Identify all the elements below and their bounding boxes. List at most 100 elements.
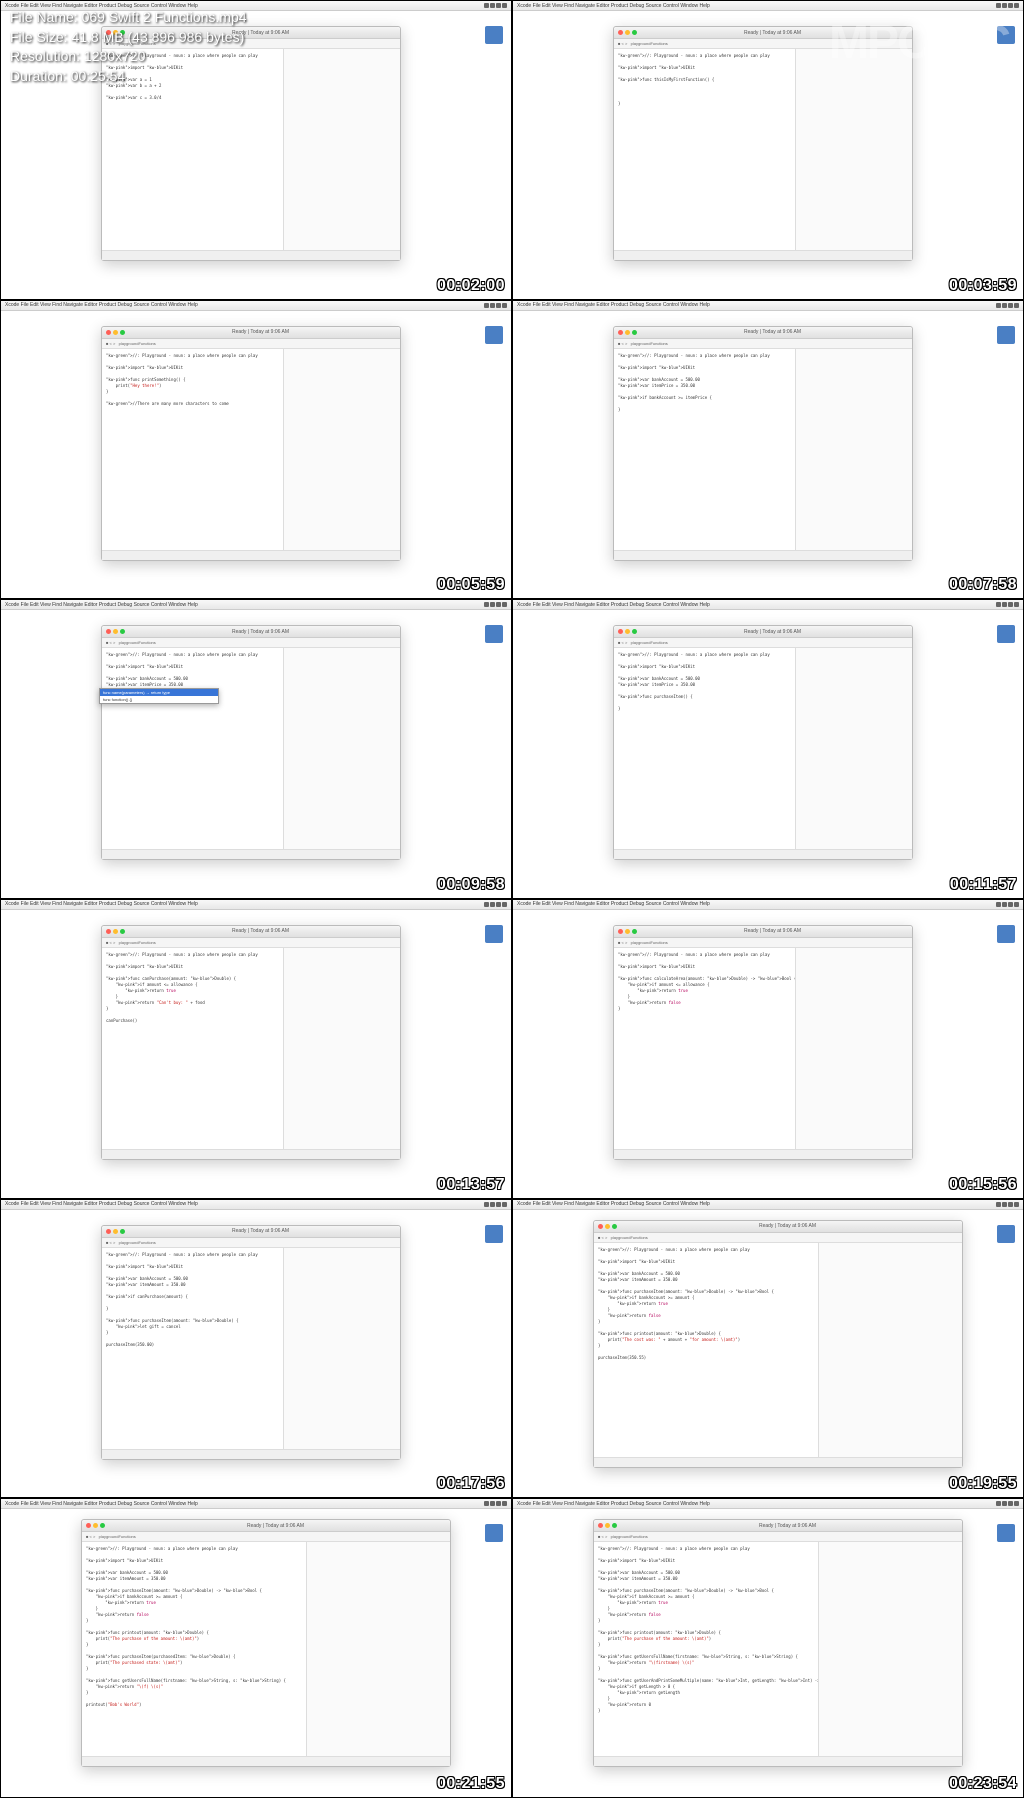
close-icon[interactable] — [618, 629, 623, 634]
window-titlebar[interactable]: Ready | Today at 9:06 AM — [102, 926, 400, 938]
xcode-toolbar[interactable]: ■ < > playgroundFunctions — [102, 1238, 400, 1248]
close-icon[interactable] — [618, 30, 623, 35]
minimize-icon[interactable] — [93, 1523, 98, 1528]
menubar-items[interactable]: Xcode File Edit View Find Navigate Edito… — [5, 602, 198, 608]
menubar-items[interactable]: Xcode File Edit View Find Navigate Edito… — [5, 1501, 198, 1507]
xcode-window: Ready | Today at 9:06 AM ■ < > playgroun… — [613, 925, 913, 1160]
results-sidebar — [284, 648, 400, 849]
minimize-icon[interactable] — [113, 1229, 118, 1234]
code-editor[interactable]: "kw-green">//: Playground - noun: a plac… — [102, 1248, 284, 1449]
menubar-items[interactable]: Xcode File Edit View Find Navigate Edito… — [517, 901, 710, 907]
traffic-lights[interactable] — [598, 1224, 617, 1229]
window-titlebar[interactable]: Ready | Today at 9:06 AM — [614, 327, 912, 339]
results-sidebar — [284, 349, 400, 550]
menubar-items[interactable]: Xcode File Edit View Find Navigate Edito… — [5, 1201, 198, 1207]
xcode-footer — [102, 1149, 400, 1159]
code-editor[interactable]: "kw-green">//: Playground - noun: a plac… — [594, 1542, 819, 1756]
code-editor[interactable]: "kw-green">//: Playground - noun: a plac… — [102, 349, 284, 550]
results-sidebar — [284, 49, 400, 250]
traffic-lights[interactable] — [618, 30, 637, 35]
autocomplete-item[interactable]: func function() {} — [100, 696, 218, 703]
timestamp-overlay: 00:19:55 — [949, 1475, 1017, 1493]
traffic-lights[interactable] — [618, 929, 637, 934]
thumbnail-frame[interactable]: Xcode File Edit View Find Navigate Edito… — [513, 301, 1023, 599]
traffic-lights[interactable] — [618, 330, 637, 335]
code-editor[interactable]: "kw-green">//: Playground - noun: a plac… — [594, 1243, 819, 1457]
window-titlebar[interactable]: Ready | Today at 9:06 AM — [102, 626, 400, 638]
code-editor[interactable]: "kw-green">//: Playground - noun: a plac… — [102, 948, 284, 1149]
minimize-icon[interactable] — [113, 929, 118, 934]
traffic-lights[interactable] — [598, 1523, 617, 1528]
code-editor[interactable]: "kw-green">//: Playground - noun: a plac… — [614, 648, 796, 849]
xcode-toolbar[interactable]: ■ < > playgroundFunctions — [594, 1532, 962, 1542]
menubar-items[interactable]: Xcode File Edit View Find Navigate Edito… — [517, 1501, 710, 1507]
xcode-toolbar[interactable]: ■ < > playgroundFunctions — [82, 1532, 450, 1542]
autocomplete-item[interactable]: func name(parameters) → return type — [100, 689, 218, 696]
window-titlebar[interactable]: Ready | Today at 9:06 AM — [614, 626, 912, 638]
close-icon[interactable] — [618, 330, 623, 335]
traffic-lights[interactable] — [86, 1523, 105, 1528]
code-editor[interactable]: "kw-green">//: Playground - noun: a plac… — [82, 1542, 307, 1756]
close-icon[interactable] — [598, 1224, 603, 1229]
xcode-toolbar[interactable]: ■ < > playgroundFunctions — [614, 339, 912, 349]
traffic-lights[interactable] — [618, 629, 637, 634]
xcode-toolbar[interactable]: ■ < > playgroundFunctions — [614, 638, 912, 648]
thumbnail-frame[interactable]: Xcode File Edit View Find Navigate Edito… — [513, 1499, 1023, 1797]
xcode-window: Ready | Today at 9:06 AM ■ < > playgroun… — [101, 326, 401, 561]
thumbnail-frame[interactable]: Xcode File Edit View Find Navigate Edito… — [513, 1200, 1023, 1498]
menubar-items[interactable]: Xcode File Edit View Find Navigate Edito… — [5, 901, 198, 907]
close-icon[interactable] — [106, 629, 111, 634]
menubar-items[interactable]: Xcode File Edit View Find Navigate Edito… — [517, 302, 710, 308]
minimize-icon[interactable] — [113, 330, 118, 335]
close-icon[interactable] — [618, 929, 623, 934]
timestamp-overlay: 00:17:56 — [437, 1475, 505, 1493]
code-editor[interactable]: "kw-green">//: Playground - noun: a plac… — [614, 349, 796, 550]
minimize-icon[interactable] — [625, 330, 630, 335]
menubar-items[interactable]: Xcode File Edit View Find Navigate Edito… — [517, 3, 710, 9]
close-icon[interactable] — [86, 1523, 91, 1528]
close-icon[interactable] — [598, 1523, 603, 1528]
traffic-lights[interactable] — [106, 929, 125, 934]
code-editor[interactable]: "kw-green">//: Playground - noun: a plac… — [102, 648, 284, 849]
minimize-icon[interactable] — [605, 1224, 610, 1229]
menubar-items[interactable]: Xcode File Edit View Find Navigate Edito… — [5, 302, 198, 308]
code-editor[interactable]: "kw-green">//: Playground - noun: a plac… — [614, 49, 796, 250]
thumbnail-frame[interactable]: Xcode File Edit View Find Navigate Edito… — [1, 900, 511, 1198]
window-titlebar[interactable]: Ready | Today at 9:06 AM — [594, 1221, 962, 1233]
xcode-footer — [102, 849, 400, 859]
thumbnail-frame[interactable]: Xcode File Edit View Find Navigate Edito… — [1, 600, 511, 898]
window-titlebar[interactable]: Ready | Today at 9:06 AM — [102, 327, 400, 339]
xcode-toolbar[interactable]: ■ < > playgroundFunctions — [594, 1233, 962, 1243]
xcode-toolbar[interactable]: ■ < > playgroundFunctions — [614, 938, 912, 948]
xcode-toolbar[interactable]: ■ < > playgroundFunctions — [102, 339, 400, 349]
code-editor[interactable]: "kw-green">//: Playground - noun: a plac… — [614, 948, 796, 1149]
thumbnail-frame[interactable]: Xcode File Edit View Find Navigate Edito… — [1, 1200, 511, 1498]
minimize-icon[interactable] — [625, 629, 630, 634]
thumbnail-frame[interactable]: Xcode File Edit View Find Navigate Edito… — [1, 301, 511, 599]
window-title: Ready | Today at 9:06 AM — [617, 1223, 958, 1229]
window-titlebar[interactable]: Ready | Today at 9:06 AM — [614, 926, 912, 938]
xcode-toolbar[interactable]: ■ < > playgroundFunctions — [102, 938, 400, 948]
thumbnail-frame[interactable]: Xcode File Edit View Find Navigate Edito… — [513, 900, 1023, 1198]
traffic-lights[interactable] — [106, 629, 125, 634]
thumbnail-frame[interactable]: Xcode File Edit View Find Navigate Edito… — [1, 1499, 511, 1797]
thumbnail-frame[interactable]: Xcode File Edit View Find Navigate Edito… — [513, 600, 1023, 898]
minimize-icon[interactable] — [605, 1523, 610, 1528]
xcode-toolbar[interactable]: ■ < > playgroundFunctions — [102, 638, 400, 648]
window-title: Ready | Today at 9:06 AM — [105, 1523, 446, 1529]
results-sidebar — [284, 1248, 400, 1449]
window-titlebar[interactable]: Ready | Today at 9:06 AM — [102, 1226, 400, 1238]
minimize-icon[interactable] — [113, 629, 118, 634]
autocomplete-popup[interactable]: func name(parameters) → return type func… — [99, 688, 219, 704]
menubar-items[interactable]: Xcode File Edit View Find Navigate Edito… — [517, 602, 710, 608]
traffic-lights[interactable] — [106, 1229, 125, 1234]
close-icon[interactable] — [106, 1229, 111, 1234]
minimize-icon[interactable] — [625, 929, 630, 934]
traffic-lights[interactable] — [106, 330, 125, 335]
window-titlebar[interactable]: Ready | Today at 9:06 AM — [82, 1520, 450, 1532]
close-icon[interactable] — [106, 929, 111, 934]
close-icon[interactable] — [106, 330, 111, 335]
window-titlebar[interactable]: Ready | Today at 9:06 AM — [594, 1520, 962, 1532]
menubar-items[interactable]: Xcode File Edit View Find Navigate Edito… — [517, 1201, 710, 1207]
minimize-icon[interactable] — [625, 30, 630, 35]
